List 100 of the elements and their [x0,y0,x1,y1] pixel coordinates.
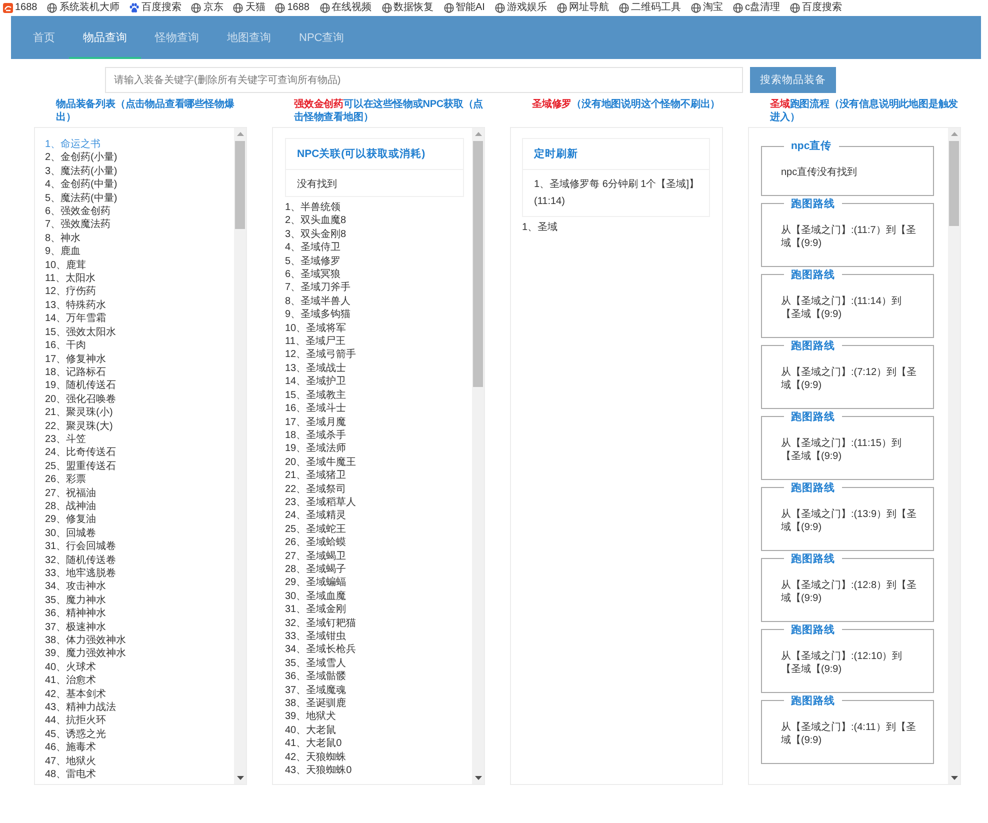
bookmark-link[interactable]: 淘宝 [690,2,723,14]
monster-link[interactable]: 16、圣域斗士 [285,402,464,416]
monster-link[interactable]: 20、圣域牛魔王 [285,456,464,470]
monster-link[interactable]: 6、圣域冥狼 [285,268,464,282]
monster-link[interactable]: 8、圣域半兽人 [285,294,464,308]
monster-link[interactable]: 28、圣域蝎子 [285,562,464,576]
item-link[interactable]: 26、彩票 [45,473,234,487]
monster-link[interactable]: 41、大老鼠0 [285,737,464,751]
item-link[interactable]: 47、地狱火 [45,754,234,768]
monster-link[interactable]: 24、圣域精灵 [285,509,464,523]
item-link[interactable]: 10、鹿茸 [45,258,234,272]
scroll-up-arrow-icon[interactable] [474,132,482,136]
monster-link[interactable]: 7、圣域刀斧手 [285,281,464,295]
item-link[interactable]: 24、比奇传送石 [45,446,234,460]
monster-link[interactable]: 18、圣域杀手 [285,428,464,442]
item-link[interactable]: 28、战神油 [45,500,234,514]
scrollbar-track[interactable] [472,128,484,784]
monster-link[interactable]: 12、圣域弓箭手 [285,348,464,362]
item-link[interactable]: 7、强效魔法药 [45,218,234,232]
map-link[interactable]: 1、圣域 [522,221,710,234]
scrollbar-thumb[interactable] [235,141,245,229]
item-link[interactable]: 17、修复神水 [45,352,234,366]
item-link[interactable]: 33、地牢逃脱卷 [45,567,234,580]
monster-link[interactable]: 5、圣域修罗 [285,254,464,268]
item-link[interactable]: 20、强化召唤卷 [45,392,234,406]
item-link[interactable]: 44、抗拒火环 [45,714,234,728]
item-link[interactable]: 42、基本剑术 [45,688,234,702]
monster-link[interactable]: 26、圣域蛤蟆 [285,536,464,550]
item-link[interactable]: 18、记路标石 [45,366,234,380]
monster-link[interactable]: 27、圣域蝎卫 [285,550,464,563]
item-link[interactable]: 5、魔法药(中量) [45,192,234,206]
item-link[interactable]: 29、修复油 [45,513,234,527]
item-link[interactable]: 16、干肉 [45,339,234,352]
item-link[interactable]: 45、诱惑之光 [45,728,234,742]
monster-link[interactable]: 23、圣域稻草人 [285,496,464,510]
item-link[interactable]: 19、随机传送石 [45,379,234,393]
item-link[interactable]: 38、体力强效神水 [45,634,234,648]
item-link[interactable]: 46、施毒术 [45,741,234,755]
item-link[interactable]: 6、强效金创药 [45,205,234,218]
item-link[interactable]: 13、特殊药水 [45,298,234,312]
scroll-down-arrow-icon[interactable] [236,776,244,780]
monster-link[interactable]: 42、天狼蜘蛛 [285,750,464,764]
item-link[interactable]: 9、鹿血 [45,245,234,259]
monster-link[interactable]: 1、半兽统领 [285,201,464,214]
monster-link[interactable]: 21、圣域猪卫 [285,469,464,483]
bookmark-link[interactable]: 在线视频 [320,2,372,14]
bookmark-link[interactable]: 数据恢复 [382,2,434,14]
item-link[interactable]: 34、攻击神水 [45,580,234,594]
item-link[interactable]: 41、治愈术 [45,674,234,688]
item-link[interactable]: 15、强效太阳水 [45,326,234,340]
monster-link[interactable]: 29、圣域蝙蝠 [285,576,464,590]
item-link[interactable]: 12、疗伤药 [45,285,234,299]
scrollbar-track[interactable] [234,128,246,784]
scroll-down-arrow-icon[interactable] [950,776,958,780]
scroll-down-arrow-icon[interactable] [474,776,482,780]
item-link[interactable]: 3、魔法药(小量) [45,164,234,178]
scroll-up-arrow-icon[interactable] [950,132,958,136]
monster-link[interactable]: 14、圣域护卫 [285,375,464,389]
monster-link[interactable]: 35、圣域雪人 [285,656,464,670]
bookmark-link[interactable]: 1688 [275,2,310,14]
item-link[interactable]: 30、回城卷 [45,526,234,540]
item-link[interactable]: 37、极速神水 [45,620,234,634]
bookmark-link[interactable]: 二维码工具 [618,2,681,14]
monster-link[interactable]: 17、圣域月魔 [285,416,464,429]
bookmark-link[interactable]: 百度搜索 [129,2,182,14]
bookmark-link[interactable]: 系统装机大师 [47,2,120,14]
monster-link[interactable]: 43、天狼蜘蛛0 [285,764,464,778]
scrollbar-track[interactable] [948,128,960,784]
item-link[interactable]: 14、万年雪霜 [45,312,234,326]
bookmark-link[interactable]: 百度搜索 [790,2,842,14]
scrollbar-thumb[interactable] [949,141,959,226]
item-link[interactable]: 2、金创药(小量) [45,151,234,165]
monster-link[interactable]: 36、圣域骷髅 [285,670,464,684]
monster-link[interactable]: 34、圣域长枪兵 [285,643,464,657]
item-link[interactable]: 32、随机传送卷 [45,554,234,567]
monster-link[interactable]: 10、圣域将军 [285,322,464,336]
monster-link[interactable]: 15、圣域教主 [285,388,464,402]
item-link[interactable]: 11、太阳水 [45,272,234,286]
monster-link[interactable]: 31、圣域金刚 [285,603,464,617]
item-link[interactable]: 27、祝福油 [45,486,234,500]
monster-link[interactable]: 38、圣诞驯鹿 [285,697,464,710]
monster-link[interactable]: 22、圣域祭司 [285,482,464,496]
monster-link[interactable]: 40、大老鼠 [285,724,464,738]
bookmark-link[interactable]: 京东 [191,2,224,14]
item-link[interactable]: 40、火球术 [45,660,234,674]
monster-link[interactable]: 11、圣域尸王 [285,335,464,348]
monster-link[interactable]: 2、双头血魔8 [285,214,464,228]
item-link[interactable]: 8、神水 [45,232,234,246]
bookmark-link[interactable]: 智能AI [444,2,485,14]
monster-link[interactable]: 3、双头金刚8 [285,228,464,242]
bookmark-link[interactable]: c盘清理 [732,2,780,14]
bookmark-link[interactable]: 游戏娱乐 [494,2,547,14]
monster-link[interactable]: 9、圣域多钩猫 [285,308,464,322]
monster-link[interactable]: 4、圣域侍卫 [285,241,464,255]
item-link[interactable]: 25、盟重传送石 [45,460,234,474]
item-link[interactable]: 43、精神力战法 [45,701,234,714]
item-link[interactable]: 35、魔力神水 [45,594,234,608]
monster-link[interactable]: 25、圣域蛇王 [285,522,464,536]
item-link[interactable]: 48、雷电术 [45,768,234,782]
item-link[interactable]: 21、聚灵珠(小) [45,406,234,420]
